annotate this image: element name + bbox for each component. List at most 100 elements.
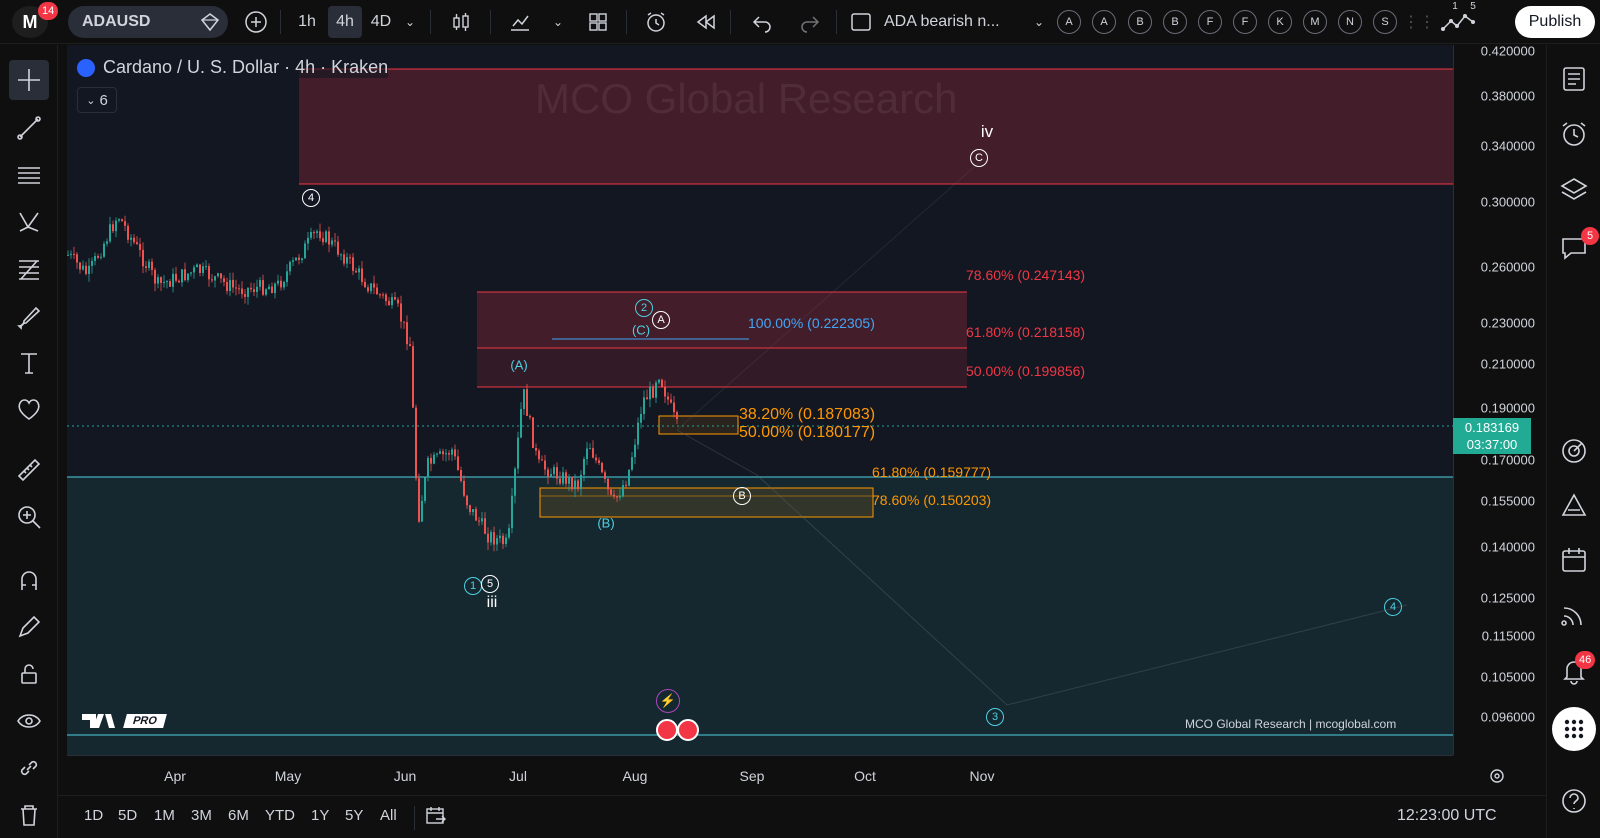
calendar-icon[interactable] — [1554, 540, 1594, 580]
candle-body — [202, 266, 204, 273]
range-6m[interactable]: 6M — [228, 807, 249, 824]
pattern-tool-icon[interactable] — [9, 202, 49, 242]
candle-body — [436, 453, 438, 455]
layers-icon[interactable] — [1554, 170, 1594, 210]
crosshair-icon[interactable] — [9, 60, 49, 100]
us-flag-event-icon[interactable] — [656, 719, 678, 741]
products-grid-button[interactable] — [1552, 707, 1596, 751]
settings-gear-icon[interactable] — [1487, 766, 1507, 791]
range-all[interactable]: All — [380, 807, 397, 824]
interval-1h[interactable]: 1h — [290, 6, 324, 38]
candle-body — [289, 261, 291, 272]
trash-icon[interactable] — [9, 795, 49, 835]
candle-body — [379, 294, 381, 296]
target-icon[interactable] — [1554, 431, 1594, 471]
layout-name-button[interactable]: ADA bearish n... — [884, 6, 1040, 38]
toolbar-letter-button[interactable]: S — [1373, 10, 1397, 34]
candle-body — [112, 224, 114, 232]
alert-add-icon[interactable] — [640, 6, 672, 38]
price-tick: 0.190000 — [1480, 400, 1535, 416]
fib-zone-upper — [477, 292, 967, 348]
top-toolbar: M 14 ADAUSD 1h 4h 4D ⌄ ⌄ ADA bearish n..… — [0, 0, 1600, 44]
toolbar-letter-button[interactable]: B — [1128, 10, 1152, 34]
toolbar-letter-button[interactable]: F — [1198, 10, 1222, 34]
candle-body — [508, 528, 510, 538]
publish-button[interactable]: Publish — [1515, 6, 1595, 38]
candle-body — [211, 279, 213, 281]
layout-grid-icon[interactable] — [582, 6, 614, 38]
wave-label-iv: iv — [980, 122, 994, 141]
candle-body — [124, 221, 126, 226]
indicators-collapse-button[interactable]: ⌄ 6 — [77, 87, 117, 113]
range-5y[interactable]: 5Y — [345, 807, 363, 824]
candle-body — [82, 265, 84, 270]
brush-icon[interactable] — [9, 296, 49, 336]
lightning-event-icon[interactable]: ⚡ — [656, 689, 680, 713]
candle-body — [658, 379, 660, 383]
undo-icon[interactable] — [746, 6, 778, 38]
candle-body — [454, 449, 456, 457]
indicators-icon[interactable] — [504, 6, 536, 38]
eye-icon[interactable] — [9, 701, 49, 741]
interval-4d[interactable]: 4D — [364, 6, 398, 38]
magnet-icon[interactable] — [9, 560, 49, 600]
interval-dropdown-chevron-icon[interactable]: ⌄ — [400, 6, 420, 38]
redo-icon[interactable] — [794, 6, 826, 38]
replay-icon[interactable] — [690, 6, 722, 38]
toolbar-letter-button[interactable]: A — [1057, 10, 1081, 34]
ruler-icon[interactable] — [9, 450, 49, 490]
candles-chart-type-icon[interactable] — [446, 6, 476, 38]
indicators-dropdown-chevron-icon[interactable]: ⌄ — [548, 6, 568, 38]
alarm-clock-icon[interactable] — [1554, 114, 1594, 154]
candle-body — [532, 417, 534, 448]
clock-time[interactable]: 12:23:00 UTC — [1397, 807, 1497, 825]
range-3m[interactable]: 3M — [191, 807, 212, 824]
toolbar-letter-button[interactable]: M — [1303, 10, 1327, 34]
pencil-lock-icon[interactable] — [9, 607, 49, 647]
price-chart-canvas[interactable] — [67, 45, 1453, 755]
ideas-triangle-icon[interactable] — [1554, 486, 1594, 526]
range-5d[interactable]: 5D — [118, 807, 137, 824]
watchlist-icon[interactable] — [1554, 59, 1594, 99]
candle-body — [592, 448, 594, 458]
candle-body — [577, 480, 579, 490]
lock-icon[interactable] — [9, 654, 49, 694]
help-icon[interactable] — [1554, 781, 1594, 821]
price-axis[interactable]: 0.420000 0.380000 0.340000 0.300000 0.26… — [1453, 44, 1543, 755]
symbol-legend[interactable]: Cardano / U. S. Dollar · 4h · Kraken — [77, 57, 389, 78]
candle-body — [268, 286, 270, 290]
drag-handle-icon[interactable]: ⋮⋮ — [1403, 6, 1435, 38]
toolbar-letter-button[interactable]: N — [1338, 10, 1362, 34]
toolbar-letter-button[interactable]: A — [1092, 10, 1116, 34]
trend-line-icon[interactable] — [9, 108, 49, 148]
range-1y[interactable]: 1Y — [311, 807, 329, 824]
range-1d[interactable]: 1D — [84, 807, 103, 824]
chart-pane[interactable]: MCO Global Research Cardano / U. S. Doll… — [67, 45, 1453, 755]
candle-body — [625, 485, 627, 487]
toolbar-letter-button[interactable]: F — [1233, 10, 1257, 34]
candle-body — [526, 389, 528, 416]
zoom-in-icon[interactable] — [9, 497, 49, 537]
toolbar-letter-button[interactable]: K — [1268, 10, 1292, 34]
layout-dropdown-chevron-icon[interactable]: ⌄ — [1030, 6, 1048, 38]
interval-4h[interactable]: 4h — [328, 6, 362, 38]
layout-toggle-icon[interactable] — [846, 6, 876, 38]
time-axis[interactable]: Apr May Jun Jul Aug Sep Oct Nov — [67, 755, 1504, 795]
text-tool-icon[interactable] — [9, 343, 49, 383]
us-flag-event-icon[interactable] — [677, 719, 699, 741]
candle-body — [673, 402, 675, 413]
link-icon[interactable] — [9, 748, 49, 788]
horizontal-lines-icon[interactable] — [9, 155, 49, 195]
range-ytd[interactable]: YTD — [265, 807, 295, 824]
wave-badge-5: 5 — [1470, 0, 1476, 12]
toolbar-letter-button[interactable]: B — [1163, 10, 1187, 34]
goto-date-icon[interactable] — [424, 804, 448, 833]
candle-body — [310, 232, 312, 238]
heart-icon[interactable] — [9, 389, 49, 429]
grid-dots-icon — [1564, 719, 1584, 739]
stream-icon[interactable] — [1554, 595, 1594, 635]
compare-add-button[interactable] — [240, 6, 272, 38]
symbol-pro-icon[interactable] — [196, 6, 224, 38]
fib-tool-icon[interactable] — [9, 249, 49, 289]
range-1m[interactable]: 1M — [154, 807, 175, 824]
